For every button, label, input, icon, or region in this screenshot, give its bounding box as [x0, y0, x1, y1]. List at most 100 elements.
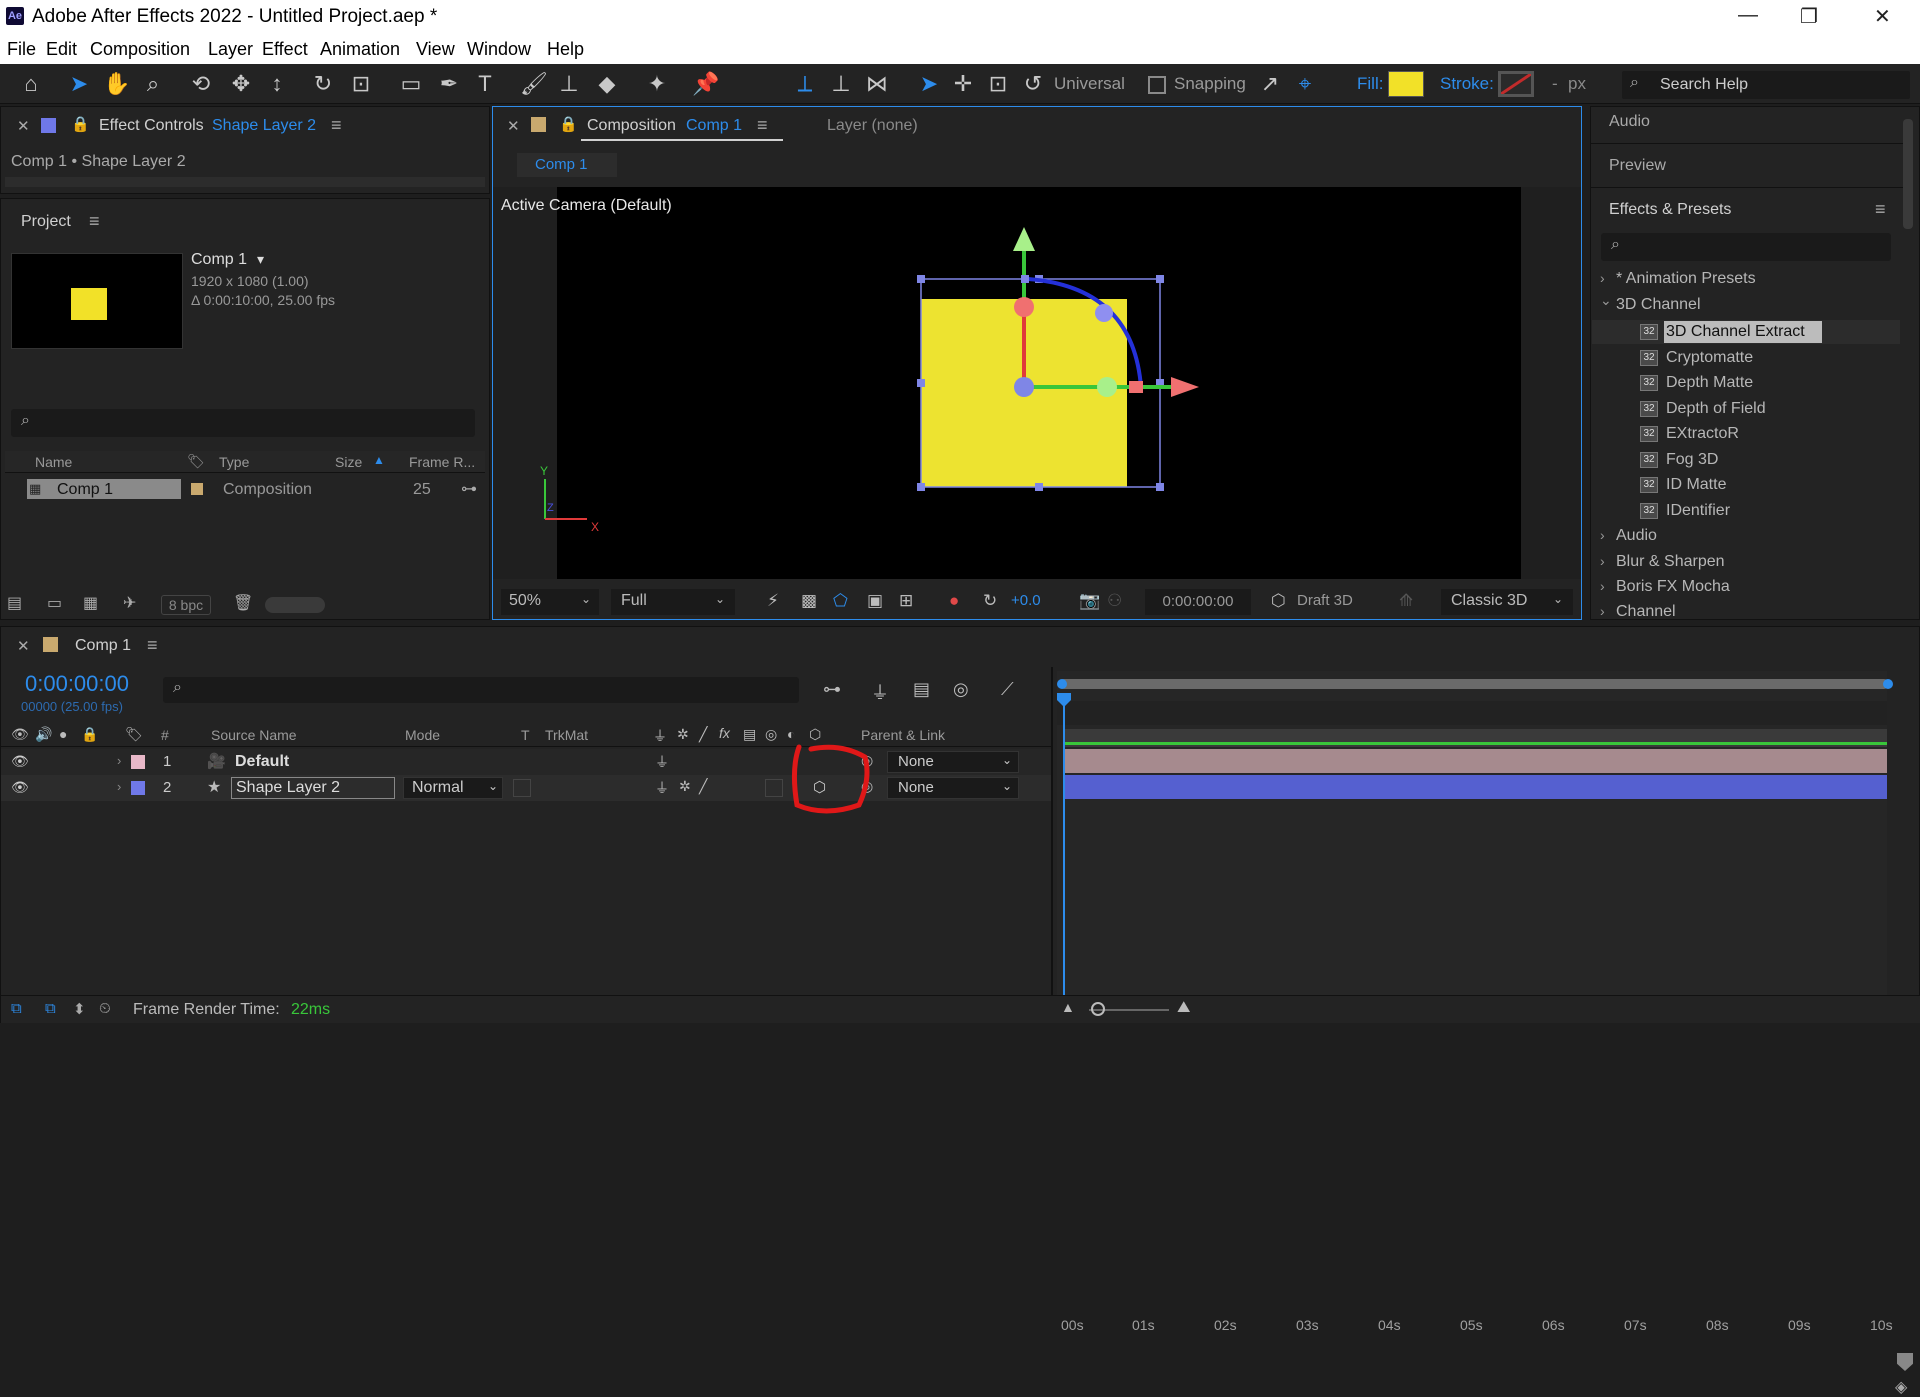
- snapping-checkbox[interactable]: [1148, 76, 1166, 94]
- menu-window[interactable]: Window: [467, 39, 531, 60]
- tree-item-fog-3d[interactable]: 32 Fog 3D: [1640, 451, 1718, 469]
- home-icon[interactable]: ⌂: [18, 71, 44, 97]
- col-size[interactable]: Size: [335, 454, 362, 470]
- effect-fx-icon[interactable]: fx: [719, 725, 730, 741]
- panel-menu-icon[interactable]: ≡: [331, 115, 342, 136]
- x-axis-handle[interactable]: [1097, 377, 1117, 397]
- layer-tab[interactable]: Layer (none): [827, 117, 918, 135]
- col-name[interactable]: Name: [35, 454, 72, 470]
- y-axis-arrow[interactable]: [1013, 227, 1035, 251]
- snap-target-icon[interactable]: ⌖: [1292, 71, 1318, 97]
- tree-item-animation-presets[interactable]: * Animation Presets: [1616, 270, 1756, 288]
- work-area-bar[interactable]: [1059, 679, 1889, 689]
- work-area-start-handle[interactable]: [1057, 679, 1067, 689]
- new-folder-icon[interactable]: ▭: [47, 593, 62, 613]
- comp-marker-bin-icon[interactable]: [1897, 1353, 1913, 1371]
- draft-3d-toggle-icon[interactable]: ⏚: [871, 679, 889, 705]
- close-panel-icon[interactable]: ✕: [17, 117, 30, 135]
- bit-depth-button[interactable]: 8 bpc: [161, 595, 211, 615]
- parent-dropdown[interactable]: None ⌄: [887, 777, 1019, 799]
- layer-name[interactable]: Default: [235, 753, 289, 771]
- expand-arrow-icon[interactable]: ›: [117, 779, 121, 794]
- tree-item-3d-channel-extract[interactable]: 32 3D Channel Extract: [1640, 323, 1805, 341]
- bbox-handle[interactable]: [1021, 275, 1029, 283]
- menu-view[interactable]: View: [416, 39, 455, 60]
- tree-item-identifier[interactable]: 32 IDentifier: [1640, 502, 1730, 520]
- panel-menu-icon[interactable]: ≡: [1875, 199, 1886, 220]
- bbox-handle[interactable]: [917, 483, 925, 491]
- zoom-out-icon[interactable]: ▲: [1061, 999, 1075, 1015]
- snap-options-icon[interactable]: ↗: [1257, 71, 1283, 97]
- col-type[interactable]: Type: [219, 454, 249, 470]
- show-snapshot-icon[interactable]: ⚇: [1107, 591, 1122, 611]
- pan-behind-icon[interactable]: ⊡: [348, 71, 374, 97]
- in-out-icon[interactable]: ⬍: [73, 1000, 86, 1018]
- search-help-field[interactable]: ⌕ Search Help: [1622, 71, 1910, 99]
- current-time-indicator[interactable]: [1063, 693, 1065, 1007]
- label-color-swatch[interactable]: [131, 781, 145, 795]
- rectangle-tool-icon[interactable]: ▭: [398, 71, 424, 97]
- close-window-button[interactable]: ✕: [1874, 4, 1891, 29]
- eye-icon[interactable]: 👁: [11, 779, 29, 796]
- timeline-zoom-thumb[interactable]: [1091, 1002, 1105, 1016]
- menu-help[interactable]: Help: [547, 39, 584, 60]
- zoom-tool-icon[interactable]: ⌕: [140, 71, 166, 97]
- audio-icon[interactable]: 🔊: [35, 726, 52, 743]
- stroke-width[interactable]: -: [1552, 74, 1558, 94]
- graph-editor-icon[interactable]: ⟋: [1001, 679, 1014, 700]
- pan-camera-icon[interactable]: ✥: [228, 71, 254, 97]
- expand-arrow-icon[interactable]: ›: [117, 753, 121, 768]
- layer-name-field[interactable]: Shape Layer 2: [231, 777, 395, 799]
- layer-row-2[interactable]: 👁 › 2 ★ Shape Layer 2 Normal ⌄ ⏚ ✲ ╱ ⬡ ◎…: [1, 775, 1051, 801]
- menu-animation[interactable]: Animation: [320, 39, 400, 60]
- preserve-transparency-checkbox[interactable]: [513, 779, 531, 797]
- trash-icon[interactable]: 🗑: [233, 593, 253, 613]
- zoom-dropdown[interactable]: 50% ⌄: [501, 589, 599, 615]
- preview-panel-tab[interactable]: Preview: [1609, 157, 1666, 175]
- eye-icon[interactable]: 👁: [11, 726, 29, 743]
- shy-icon[interactable]: ⏚: [655, 778, 669, 798]
- fast-previews-icon[interactable]: ⚡: [767, 591, 779, 611]
- bbox-handle[interactable]: [917, 379, 925, 387]
- zoom-in-icon[interactable]: ⛰: [1177, 999, 1190, 1017]
- lock-icon[interactable]: 🔒: [71, 115, 90, 133]
- layer-bar-shape-layer-2[interactable]: [1063, 775, 1887, 799]
- menu-file[interactable]: File: [7, 39, 36, 60]
- close-panel-icon[interactable]: ✕: [17, 637, 30, 655]
- roto-brush-icon[interactable]: ✦: [644, 71, 670, 97]
- comp-flow-tab[interactable]: Comp 1: [517, 153, 617, 177]
- quality-icon[interactable]: ╱: [699, 726, 707, 743]
- tree-item-blur-sharpen[interactable]: Blur & Sharpen: [1616, 553, 1725, 571]
- label-color-swatch[interactable]: [191, 483, 203, 495]
- tree-arrow[interactable]: ⌄: [1600, 292, 1612, 309]
- menu-layer[interactable]: Layer: [208, 39, 253, 60]
- hand-tool-icon[interactable]: ✋: [103, 71, 130, 97]
- draft-3d-icon[interactable]: ⬡: [1271, 591, 1286, 611]
- panel-menu-icon[interactable]: ≡: [89, 211, 100, 232]
- puppet-pin-icon[interactable]: 📌: [692, 71, 719, 97]
- blend-mode-dropdown[interactable]: Normal ⌄: [403, 777, 503, 799]
- renderer-dropdown[interactable]: Classic 3D ⌄: [1441, 589, 1573, 615]
- layer-switches-icon[interactable]: ⧉: [11, 1000, 22, 1017]
- draft-3d-label[interactable]: Draft 3D: [1297, 592, 1353, 609]
- reset-exposure-icon[interactable]: ↻: [983, 591, 997, 611]
- type-tool-icon[interactable]: T: [472, 71, 498, 97]
- effect-controls-layer[interactable]: Shape Layer 2: [212, 117, 316, 135]
- clone-stamp-icon[interactable]: ⊥: [556, 71, 582, 97]
- effect-controls-scrollbar[interactable]: [5, 177, 485, 187]
- z-axis-handle[interactable]: [1014, 297, 1034, 317]
- collapse-transform-icon[interactable]: ✲: [679, 778, 691, 795]
- shy-icon[interactable]: ⏚: [653, 726, 667, 746]
- brush-tool-icon[interactable]: 🖌: [520, 71, 548, 97]
- solo-icon[interactable]: ●: [59, 726, 67, 742]
- label-color-swatch[interactable]: [131, 755, 145, 769]
- minimize-button[interactable]: —: [1738, 4, 1758, 27]
- menu-edit[interactable]: Edit: [46, 39, 77, 60]
- view-axis-icon[interactable]: ⋈: [864, 71, 890, 97]
- right-panel-scrollbar[interactable]: [1903, 119, 1913, 229]
- shy-icon[interactable]: ⏚: [655, 752, 669, 772]
- tree-arrow[interactable]: ›: [1600, 603, 1605, 619]
- frame-blend-icon[interactable]: ▤: [743, 726, 756, 743]
- close-panel-icon[interactable]: ✕: [507, 117, 520, 135]
- move-gizmo-icon[interactable]: ✛: [950, 71, 976, 97]
